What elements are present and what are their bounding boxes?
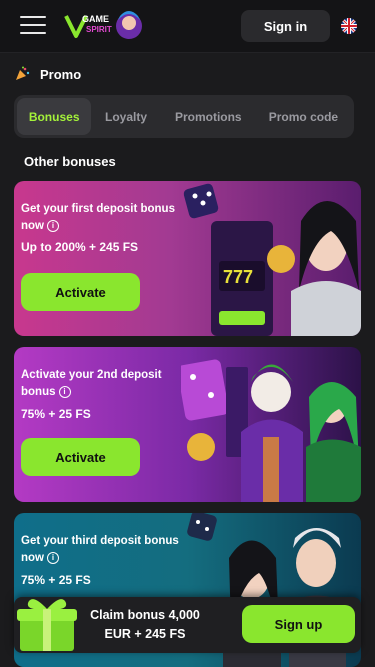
other-bonuses-heading: Other bonuses	[24, 154, 116, 169]
svg-text:SPIRIT: SPIRIT	[86, 25, 112, 34]
activate-button[interactable]: Activate	[21, 438, 140, 476]
bonus-card-second-deposit: Activate your 2nd deposit bonus i 75% + 2…	[14, 347, 361, 502]
sign-in-button[interactable]: Sign in	[241, 10, 330, 42]
info-icon[interactable]: i	[58, 385, 71, 398]
card-bonus-value: 75% + 25 FS	[21, 573, 91, 587]
svg-text:GAME: GAME	[82, 14, 109, 24]
card-description: Activate your 2nd deposit bonus i	[21, 369, 162, 398]
uk-flag-icon[interactable]	[341, 18, 357, 34]
activate-button[interactable]: Activate	[21, 273, 140, 311]
gift-box-icon	[17, 599, 77, 651]
tab-bonuses[interactable]: Bonuses	[17, 98, 92, 135]
menu-icon[interactable]	[20, 16, 46, 36]
promo-tabs: Bonuses Loyalty Promotions Promo code	[14, 95, 354, 138]
top-header: GAME SPIRIT Sign in	[0, 0, 375, 53]
tab-promo-code[interactable]: Promo code	[256, 98, 351, 135]
card-description: Get your first deposit bonus now i	[21, 203, 175, 232]
card-bonus-value: 75% + 25 FS	[21, 407, 91, 421]
card-description: Get your third deposit bonus now i	[21, 535, 179, 564]
joker-characters-art	[181, 359, 361, 502]
info-icon[interactable]: i	[47, 219, 59, 232]
bonus-card-first-deposit: 777 Get your first deposit bonus now i Up…	[14, 181, 361, 336]
promo-title: Promo	[40, 66, 82, 82]
claim-bonus-bar: Claim bonus 4,000 EUR + 245 FS Sign up	[14, 597, 361, 653]
sign-up-button[interactable]: Sign up	[242, 605, 355, 643]
svg-text:777: 777	[223, 267, 253, 287]
tab-promotions[interactable]: Promotions	[161, 98, 256, 135]
slot-machine-character-art: 777	[183, 183, 361, 336]
promo-heading: Promo	[14, 66, 81, 82]
claim-bonus-text: Claim bonus 4,000 EUR + 245 FS	[90, 608, 200, 641]
tab-loyalty[interactable]: Loyalty	[91, 98, 160, 135]
info-icon[interactable]: i	[47, 551, 59, 564]
card-bonus-value: Up to 200% + 245 FS	[21, 240, 139, 254]
party-popper-icon	[16, 66, 30, 80]
site-logo[interactable]: GAME SPIRIT	[62, 6, 146, 46]
